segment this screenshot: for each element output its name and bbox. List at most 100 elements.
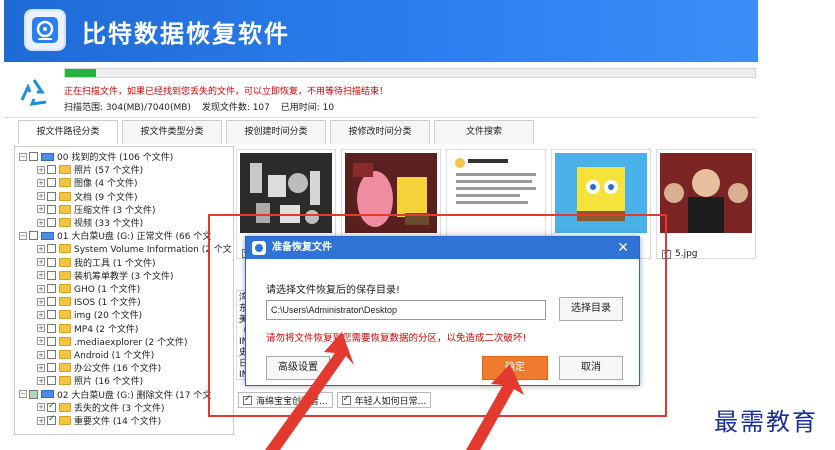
tree-item-label: 照片 (57 个文件) [74,166,144,177]
cancel-button[interactable]: 取消 [559,356,623,380]
tree-item-label: 照片 (16 个文件) [74,377,144,388]
expand-icon[interactable]: + [37,192,45,201]
tab-by-modified[interactable]: 按修改时间分类 [330,120,430,144]
tree-checkbox[interactable] [47,350,56,359]
tree-item[interactable]: + 压缩文件 (3 个文件) [37,203,155,216]
tree-item[interactable]: + 视频 (33 个文件) [37,216,143,229]
expand-icon[interactable]: + [37,244,45,253]
tree-item[interactable]: + System Volume Information (2 个文 [37,242,232,255]
tree-checkbox[interactable] [29,152,38,161]
expand-icon[interactable]: + [37,178,45,187]
tree-checkbox[interactable] [47,297,56,307]
tree-checkbox[interactable] [47,244,56,254]
folder-icon [59,297,71,307]
drive-icon [41,231,54,240]
scan-progress-bar [64,68,756,78]
tree-item[interactable]: − 02 大白菜U盘 (G:) 删除文件 (17 个文 [19,388,211,401]
restore-dialog: 准备恢复文件 ✕ 请选择文件恢复后的保存目录! C:\Users\Adminis… [245,236,640,386]
expand-icon[interactable]: + [37,284,45,293]
folder-icon [59,416,71,425]
folder-icon [59,310,71,320]
tab-by-created[interactable]: 按创建时间分类 [226,120,326,144]
tree-checkbox[interactable] [47,165,56,175]
tree-item[interactable]: + 文档 (9 个文件) [37,190,137,203]
tree-checkbox[interactable] [47,204,56,214]
ok-button[interactable]: 确定 [482,356,548,380]
tree-item[interactable]: + GHO (1 个文件) [37,282,140,295]
expand-icon[interactable]: + [37,297,45,306]
tree-checkbox[interactable] [47,376,56,386]
expand-icon[interactable]: + [37,258,45,267]
tree-item-label: 重要文件 (14 个文件) [74,417,162,427]
tree-item-label: 01 大白菜U盘 (G:) 正常文件 (66 个文 [57,232,212,243]
tree-checkbox[interactable] [47,218,56,227]
tree-item[interactable]: − 00 找到的文件 (106 个文件) [19,150,173,163]
expand-icon[interactable]: + [37,165,45,174]
tree-item[interactable]: + 装机筹单教学 (3 个文件) [37,269,173,282]
tree-item[interactable]: + ISOS (1 个文件) [37,295,141,308]
app-logo-icon [24,9,66,51]
recycle-icon [20,79,47,106]
tree-item-label: 我的工具 (1 个文件) [74,258,156,269]
expand-icon[interactable]: + [37,350,45,359]
expand-icon[interactable]: + [37,363,45,372]
expand-icon[interactable]: + [37,403,45,412]
tree-item[interactable]: + Android (1 个文件) [37,348,154,361]
expand-icon[interactable]: + [37,205,45,214]
collapse-icon[interactable]: − [19,231,27,240]
choose-directory-button[interactable]: 选择目录 [559,297,623,321]
folder-icon [59,218,71,227]
folder-icon [59,191,71,201]
expand-icon[interactable]: + [37,218,45,227]
tree-item[interactable]: + 照片 (16 个文件) [37,374,143,387]
tree-item[interactable]: − 01 大白菜U盘 (G:) 正常文件 (66 个文 [19,229,211,242]
tree-item-label: 图像 (4 个文件) [74,179,138,190]
tree-checkbox[interactable] [47,414,56,425]
advanced-settings-button[interactable]: 高级设置 [266,356,330,380]
tree-checkbox[interactable] [47,323,56,333]
expand-icon[interactable]: + [37,376,45,385]
tab-file-search[interactable]: 文件搜索 [434,120,534,144]
tab-by-type[interactable]: 按文件类型分类 [122,120,222,144]
tree-item[interactable]: + 办公文件 (16 个文件) [37,361,161,374]
elapsed-time: 已用时间: 10 [280,103,335,113]
thumbnail-item[interactable]: 5.jpg [656,149,756,259]
tree-checkbox[interactable] [47,178,56,188]
tree-checkbox[interactable] [47,191,56,201]
tree-checkbox[interactable] [47,310,56,320]
tree-item[interactable]: + img (20 个文件) [37,308,142,321]
tab-by-path[interactable]: 按文件路径分类 [18,120,118,144]
tree-item[interactable]: + 重要文件 (14 个文件) [37,414,161,427]
dialog-title: 准备恢复文件 [272,242,332,253]
tree-item[interactable]: + MP4 (2 个文件) [37,322,138,335]
tree-checkbox[interactable] [47,363,56,373]
expand-icon[interactable]: + [37,271,45,280]
folder-icon [59,284,71,293]
tree-item[interactable]: + 丢失的文件 (3 个文件) [37,401,164,414]
close-icon[interactable]: ✕ [617,239,629,257]
tree-checkbox[interactable] [47,257,56,267]
tree-checkbox[interactable] [47,270,56,280]
dialog-title-bar: 准备恢复文件 ✕ [246,237,639,259]
expand-icon[interactable]: + [37,416,45,425]
tree-item-label: 压缩文件 (3 个文件) [74,205,156,216]
folder-icon [59,323,71,333]
expand-icon[interactable]: + [37,324,45,333]
tree-item-label: ISOS (1 个文件) [74,298,141,309]
tree-item-label: GHO (1 个文件) [74,285,141,295]
expand-icon[interactable]: + [37,337,45,346]
save-path-input[interactable]: C:\Users\Administrator\Desktop [266,300,546,320]
app-title: 比特数据恢复软件 [82,20,290,48]
expand-icon[interactable]: + [37,310,45,319]
tree-item[interactable]: + 照片 (57 个文件) [37,163,143,176]
tree-item[interactable]: + 我的工具 (1 个文件) [37,256,155,269]
tree-checkbox[interactable] [47,284,56,293]
tree-checkbox[interactable] [29,231,38,241]
collapse-icon[interactable]: − [19,152,27,161]
tree-item[interactable]: + 图像 (4 个文件) [37,176,137,189]
tree-checkbox[interactable] [29,389,38,399]
collapse-icon[interactable]: − [19,390,27,399]
tree-checkbox[interactable] [47,336,56,346]
tree-checkbox[interactable] [47,401,56,412]
tree-item[interactable]: + .mediaexplorer (2 个文件) [37,335,188,348]
